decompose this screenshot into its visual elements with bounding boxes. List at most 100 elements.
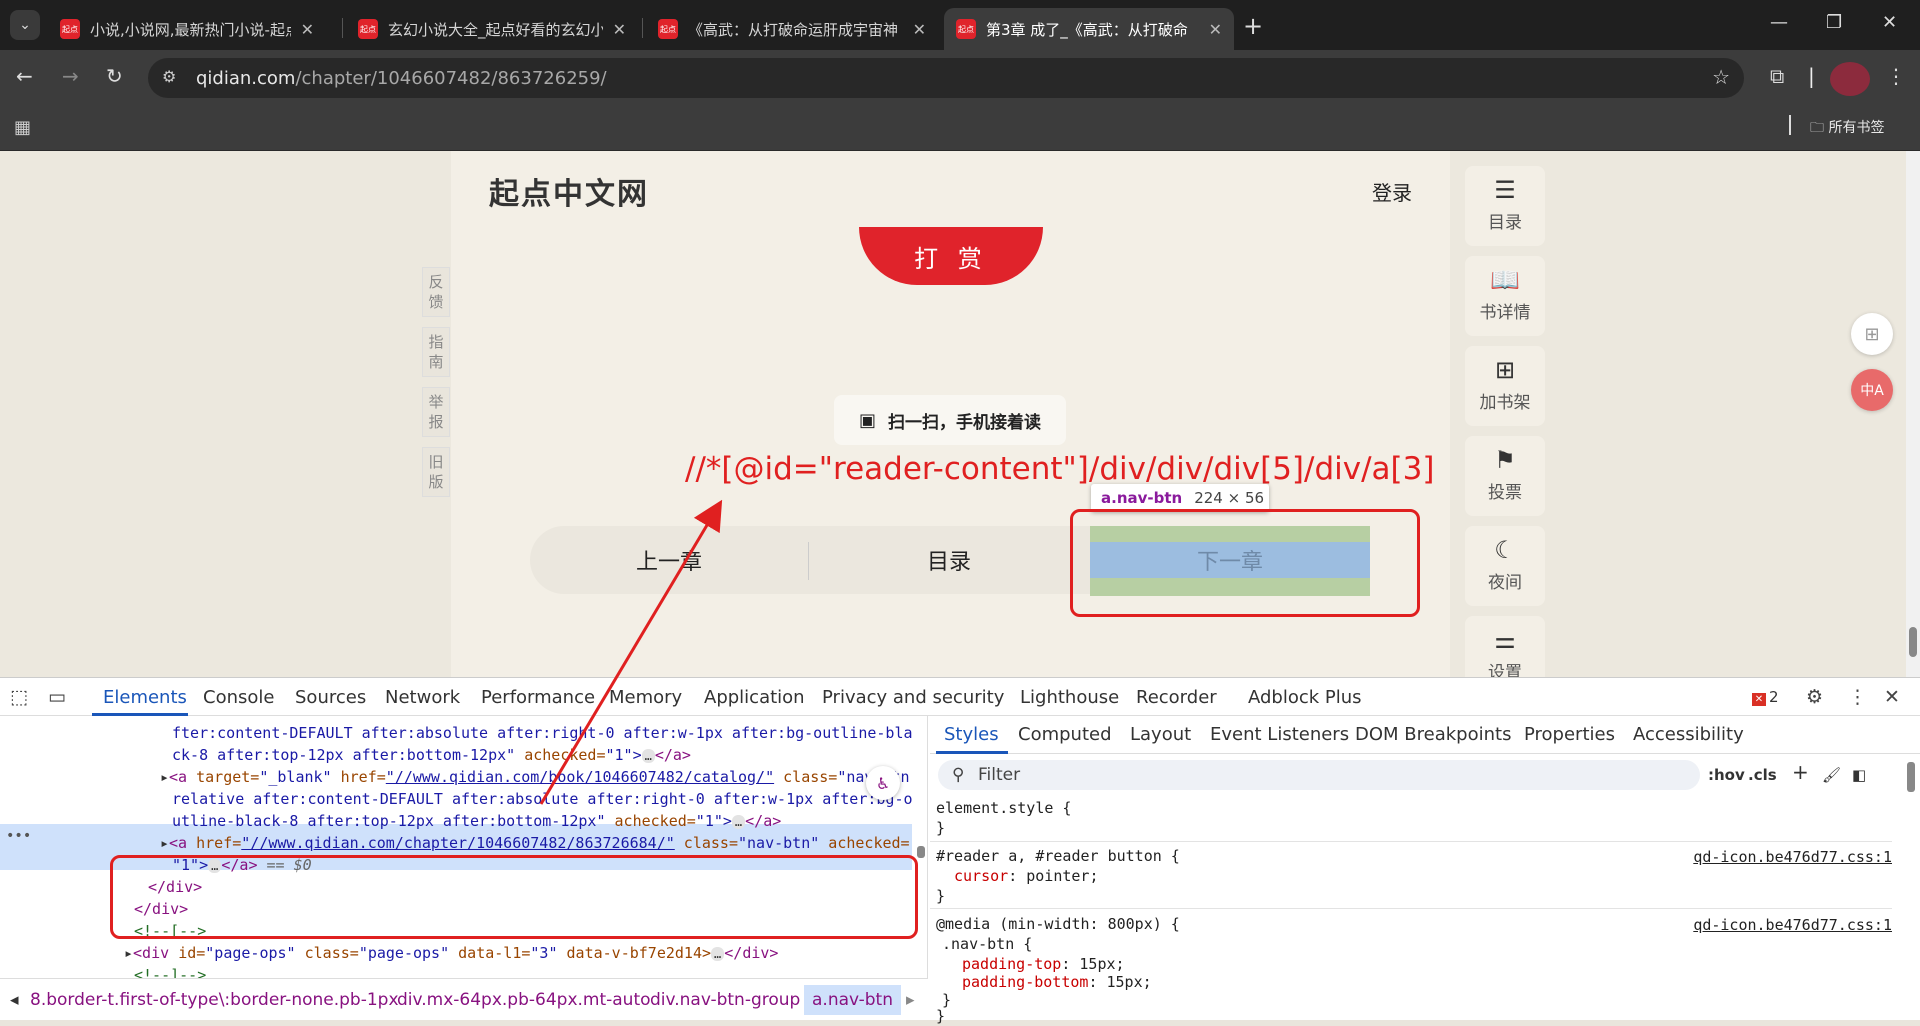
tab-close-icon[interactable]: ✕ [613,20,626,39]
toolbar-settings[interactable]: ⚌ 设置 [1465,616,1545,677]
guide-link[interactable]: 指 南 [422,327,450,377]
reload-icon[interactable]: ↻ [106,64,123,88]
styles-scrollbar[interactable] [1904,754,1918,1014]
hov-toggle[interactable]: :hov [1708,766,1745,784]
dom-line[interactable]: ▸<a target="_blank" href="//www.qidian.c… [160,766,910,788]
accessibility-icon[interactable]: ♿ [866,766,900,800]
tab-application[interactable]: Application [704,687,805,708]
device-toolbar-icon[interactable]: ▭ [48,686,66,708]
toolbar-add-shelf[interactable]: ⊞ 加书架 [1465,346,1545,426]
breadcrumb-item[interactable]: div.mx-64px.pb-64px.mt-auto [397,990,651,1010]
new-tab-plus-icon[interactable]: + [1243,12,1263,40]
toolbar-catalog[interactable]: ☰ 目录 [1465,166,1545,246]
qr-read-on-phone[interactable]: ▣ 扫一扫，手机接着读 [834,395,1066,445]
breadcrumb-right-arrow-icon[interactable]: ▸ [906,990,915,1010]
toolbar-vote[interactable]: ⚑ 投票 [1465,436,1545,516]
page-scroll-thumb[interactable] [1909,627,1917,657]
site-logo[interactable]: 起点中文网 [489,169,649,213]
prev-chapter-button[interactable]: 上一章 [530,526,808,594]
breadcrumb-item[interactable]: div.nav-btn-group [650,990,800,1010]
rule-source-link[interactable]: qd-icon.be476d77.css:1 [1693,916,1892,934]
catalog-button[interactable]: 目录 [809,526,1089,594]
rule-nav-btn[interactable]: .nav-btn { [942,934,1032,954]
devtools-menu-icon[interactable]: ⋮ [1848,686,1867,708]
breadcrumb-item-active[interactable]: a.nav-btn [804,985,901,1015]
dom-line[interactable]: relative after:content-DEFAULT after:abs… [172,788,913,810]
cls-toggle[interactable]: .cls [1748,766,1777,784]
tab-elements[interactable]: Elements [103,687,187,708]
toolbar-night[interactable]: ☾ 夜间 [1465,526,1545,606]
dom-line[interactable]: utline-black-8 after:top-12px after:bott… [172,810,781,832]
browser-tab[interactable]: 起点 《高武：从打破命运肝成宇宙神 ✕ [646,8,938,50]
tab-memory[interactable]: Memory [609,687,682,708]
error-count-badge[interactable]: ✕ 2 [1752,688,1779,706]
rule-reader-a[interactable]: #reader a, #reader button { [936,846,1180,866]
dom-line[interactable]: ck-8 after:top-12px after:bottom-12px" a… [172,744,691,766]
minimize-icon[interactable]: — [1770,12,1788,33]
rule-media-query[interactable]: @media (min-width: 800px) { [936,914,1180,934]
tab-properties[interactable]: Properties [1524,724,1615,745]
collapsed-ellipsis[interactable]: … [731,815,746,829]
expand-triangle-icon[interactable]: ▸ [124,944,133,962]
tab-sources[interactable]: Sources [295,687,366,708]
close-window-icon[interactable]: ✕ [1882,12,1897,33]
dom-line-selected[interactable]: ▸<a href="//www.qidian.com/chapter/10466… [160,832,910,854]
tab-computed[interactable]: Computed [1018,724,1112,745]
styles-filter-input[interactable]: ⚲ Filter [938,760,1700,790]
report-link[interactable]: 举 报 [422,387,450,437]
toolbar-book-detail[interactable]: 📖 书详情 [1465,256,1545,336]
tab-privacy-security[interactable]: Privacy and security [822,687,1004,708]
row-more-dots-icon[interactable]: ••• [6,828,31,844]
tab-lighthouse[interactable]: Lighthouse [1020,687,1119,708]
breadcrumb-item[interactable]: 8.border-t.first-of-type\:border-none.pb… [30,990,399,1010]
forward-arrow-icon[interactable]: → [62,64,79,88]
tab-layout[interactable]: Layout [1130,724,1191,745]
toggle-sidebar-icon[interactable]: ◧ [1852,766,1866,784]
browser-tab-active[interactable]: 起点 第3章 成了_《高武：从打破命 ✕ [944,8,1234,50]
inspect-element-icon[interactable]: ⬚ [10,686,28,708]
dom-scrollbar[interactable] [914,758,927,978]
translate-icon[interactable]: 中A [1851,369,1893,411]
extension-add-icon[interactable]: ⊞ [1851,313,1893,355]
tab-close-icon[interactable]: ✕ [301,20,314,39]
tab-event-listeners[interactable]: Event Listeners [1210,724,1349,745]
address-bar[interactable]: ⚙ qidian.com/chapter/1046607482/86372625… [148,58,1744,98]
login-link[interactable]: 登录 [1372,177,1412,206]
tab-close-icon[interactable]: ✕ [913,20,926,39]
devtools-close-icon[interactable]: ✕ [1884,686,1900,708]
all-bookmarks-button[interactable]: 🗀 所有书签 [1810,117,1884,141]
restore-icon[interactable]: ❐ [1826,12,1842,33]
apps-grid-icon[interactable]: ▦ [14,117,31,138]
browser-tab[interactable]: 起点 小说,小说网,最新热门小说-起点 ✕ [48,8,326,50]
dom-line[interactable]: ▸<div id="page-ops" class="page-ops" dat… [124,942,778,964]
site-info-icon[interactable]: ⚙ [162,67,176,86]
dom-link[interactable]: "//www.qidian.com/chapter/1046607482/863… [241,834,674,852]
collapsed-ellipsis[interactable]: … [641,749,655,763]
paint-brush-icon[interactable]: 🖌 [1822,766,1841,784]
tab-network[interactable]: Network [385,687,460,708]
profile-avatar[interactable] [1830,62,1870,96]
tab-dom-breakpoints[interactable]: DOM Breakpoints [1355,724,1511,745]
collapsed-ellipsis[interactable]: … [711,947,725,961]
new-rule-plus-icon[interactable]: + [1792,760,1809,784]
breadcrumb-left-arrow-icon[interactable]: ◂ [10,990,19,1010]
tab-adblock-plus[interactable]: Adblock Plus [1248,687,1362,708]
tab-console[interactable]: Console [203,687,274,708]
tab-performance[interactable]: Performance [481,687,595,708]
devtools-settings-gear-icon[interactable]: ⚙ [1806,686,1823,708]
tab-accessibility[interactable]: Accessibility [1633,724,1744,745]
rule-element-style[interactable]: element.style { [936,798,1071,818]
dom-link[interactable]: "//www.qidian.com/book/1046607482/catalo… [386,768,774,786]
tab-search-button[interactable]: ⌄ [10,10,40,40]
url-text[interactable]: qidian.com/chapter/1046607482/863726259/ [196,68,607,89]
extensions-puzzle-icon[interactable]: ⧉ [1770,64,1784,88]
back-arrow-icon[interactable]: ← [16,64,33,88]
styles-scroll-thumb[interactable] [1907,762,1915,792]
tab-close-icon[interactable]: ✕ [1209,20,1222,39]
css-declaration[interactable]: padding-bottom: 15px; [962,972,1152,992]
dom-line[interactable]: fter:content-DEFAULT after:absolute afte… [172,722,913,744]
dom-scroll-thumb[interactable] [917,846,925,858]
rule-source-link[interactable]: qd-icon.be476d77.css:1 [1693,848,1892,866]
page-scrollbar[interactable] [1906,151,1920,677]
tab-styles[interactable]: Styles [944,724,999,745]
